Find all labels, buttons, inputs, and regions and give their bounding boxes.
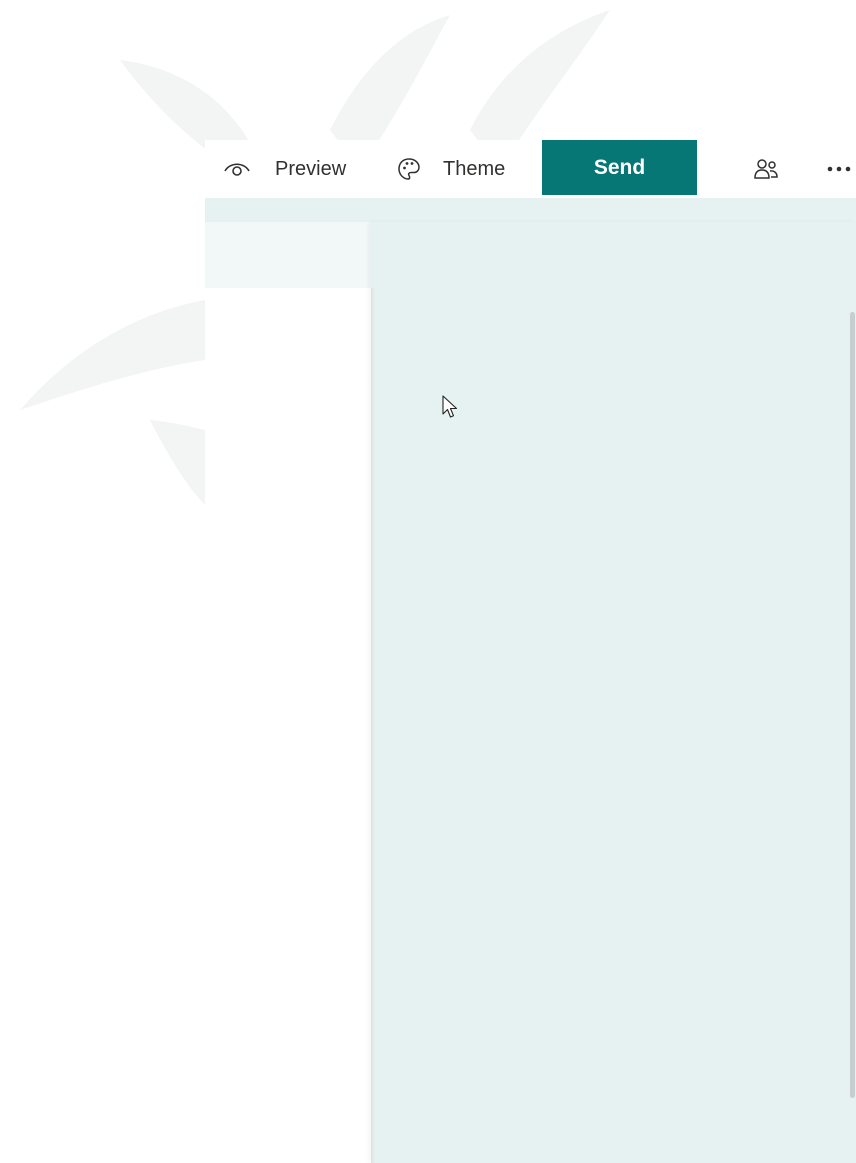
theme-label: Theme <box>443 157 506 180</box>
more-options-button[interactable] <box>823 140 855 198</box>
form-tab[interactable] <box>205 222 371 288</box>
people-icon <box>750 153 782 185</box>
palette-icon <box>393 153 425 185</box>
form-content-panel <box>371 222 856 1163</box>
forms-editor-page: Preview Theme Send <box>0 0 856 1163</box>
preview-label: Preview <box>275 157 347 180</box>
more-options-icon <box>823 153 855 185</box>
eye-icon <box>221 153 253 185</box>
collaborate-button[interactable] <box>750 140 782 198</box>
content-header-strip <box>205 198 856 222</box>
theme-button[interactable]: Theme <box>393 140 505 198</box>
preview-button[interactable]: Preview <box>221 140 346 198</box>
vertical-scrollbar[interactable] <box>850 312 855 1098</box>
send-button[interactable]: Send <box>542 140 697 195</box>
form-toolbar: Preview Theme Send <box>205 140 856 198</box>
mouse-pointer-icon <box>442 395 458 418</box>
panel-divider <box>371 288 375 1163</box>
